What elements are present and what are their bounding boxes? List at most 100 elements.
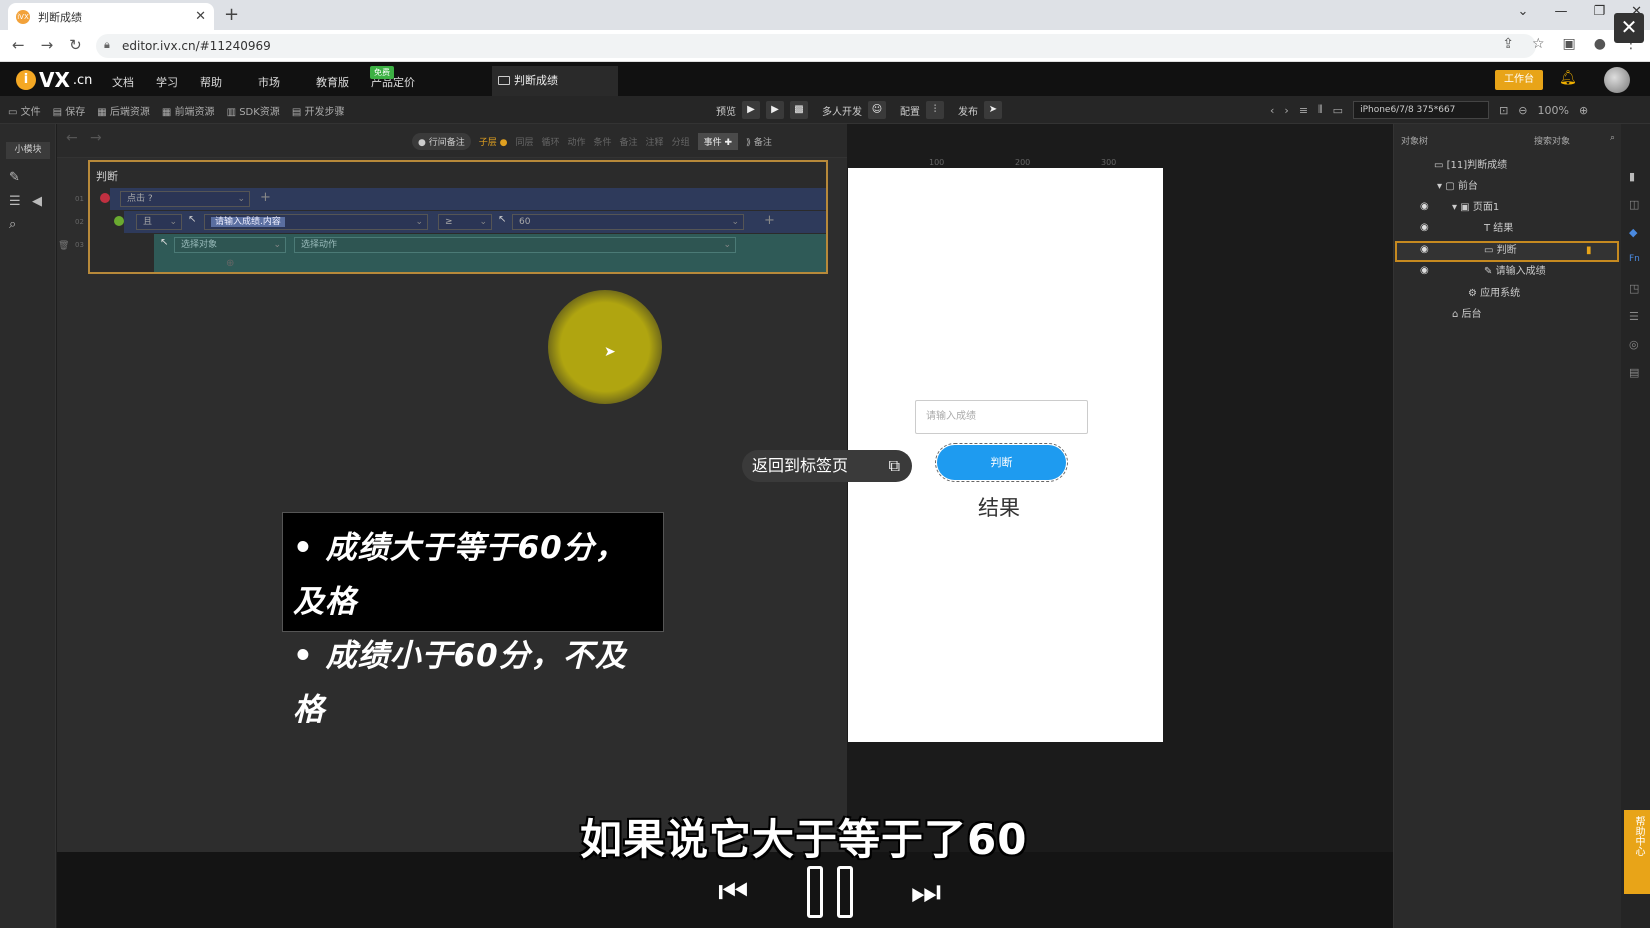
next-icon[interactable]: › [1284, 104, 1288, 117]
share-icon[interactable]: ⇪ [1502, 36, 1514, 52]
sound-icon[interactable]: ◀︎ [32, 194, 42, 209]
help-center-tab[interactable]: 帮助中心 [1624, 810, 1650, 894]
action-tool[interactable]: 动作 [568, 135, 586, 148]
skip-previous-icon[interactable]: ⏮ [718, 875, 749, 909]
eye-icon[interactable]: ◉ [1420, 265, 1429, 276]
data-icon[interactable]: ◆ [1629, 226, 1637, 239]
prev-icon[interactable]: ‹ [1270, 104, 1274, 117]
condition-row[interactable]: 且 ⌄ ↖ 请输入成绩.内容 ⌄ ≥ ⌄ ↖ 60 ⌄ + [114, 211, 826, 233]
columns-icon[interactable]: ⫴ [1318, 103, 1323, 117]
skip-next-icon[interactable]: ⏭ [911, 875, 942, 909]
keyboard-icon[interactable]: ▤ [1629, 366, 1639, 379]
avatar[interactable] [1604, 67, 1630, 93]
layers-icon[interactable]: ◫ [1629, 198, 1639, 211]
child-layer-toggle[interactable]: 子层 ● [479, 135, 508, 148]
comment-tool[interactable]: 注释 [646, 135, 664, 148]
score-input[interactable]: 请输入成绩 [915, 400, 1088, 434]
tree-node-result[interactable]: T 结果 [1484, 219, 1513, 239]
list-icon[interactable]: ☰ [1629, 310, 1639, 323]
eye-icon[interactable]: ◉ [1420, 244, 1429, 255]
settings-icon[interactable]: ☰ [9, 194, 21, 209]
edit-icon[interactable]: ✎ [9, 170, 20, 185]
sibling-layer[interactable]: 同层 [515, 135, 533, 148]
tree-node-system[interactable]: ⚙ 应用系统 [1468, 284, 1520, 304]
tab-list-icon[interactable]: ⌄ [1518, 4, 1529, 19]
frontend-resources-button[interactable]: ▦ 前端资源 [162, 103, 215, 118]
new-tab-icon[interactable]: + [224, 4, 239, 25]
browser-tab[interactable]: iVX 判断成绩 ✕ [8, 3, 214, 30]
minimize-icon[interactable]: — [1554, 4, 1567, 19]
sidepanel-icon[interactable]: ▣ [1563, 36, 1576, 52]
star-icon[interactable]: ☆ [1532, 36, 1545, 52]
ivx-logo[interactable]: i VX .cn [16, 68, 92, 92]
tree-node-page[interactable]: ▾ ▣ 页面1 [1452, 198, 1499, 218]
back-to-tab-button[interactable]: 返回到标签页 ⧉ [742, 450, 912, 482]
condition-value-input[interactable]: 60 ⌄ [512, 214, 744, 230]
target-pick-icon[interactable]: ↖ [188, 214, 196, 225]
expand-icon[interactable]: ▾ [1452, 202, 1457, 213]
condition-target-select[interactable]: 请输入成绩.内容 ⌄ [204, 214, 428, 230]
group-tool[interactable]: 分组 [672, 135, 690, 148]
tree-node-app[interactable]: ▭ [11]判断成绩 [1434, 156, 1507, 176]
redo-icon[interactable]: → [90, 130, 102, 146]
undo-icon[interactable]: ← [66, 130, 78, 146]
monitor-icon[interactable]: ▭ [1333, 104, 1343, 117]
sdk-resources-button[interactable]: ▥ SDK资源 [227, 103, 280, 118]
restore-icon[interactable]: ❐ [1593, 4, 1605, 19]
eye-icon[interactable]: ◉ [1420, 201, 1429, 212]
tab-search-object[interactable]: 搜索对象 [1526, 132, 1578, 150]
file-button[interactable]: ▭ 文件 [8, 103, 41, 118]
backend-resources-button[interactable]: ▦ 后端资源 [97, 103, 150, 118]
tree-node-judge[interactable]: ▭ 判断 ▮ [1484, 241, 1592, 261]
row-note-toggle[interactable]: ● 行间备注 [412, 133, 471, 150]
play-icon[interactable]: ▶ [742, 101, 760, 119]
menu-help[interactable]: 帮助 [200, 74, 222, 90]
loop-tool[interactable]: 循环 [541, 135, 559, 148]
url-field[interactable]: editor.ivx.cn/#11240969 [96, 34, 1536, 58]
function-icon[interactable]: Fn [1629, 254, 1640, 264]
menu-market[interactable]: 市场 [258, 74, 280, 90]
add-event-icon[interactable]: + [260, 190, 271, 205]
event-trigger-select[interactable]: 点击 ? ⌄ [120, 191, 250, 207]
remark-tool[interactable]: 备注 [620, 135, 638, 148]
close-tab-icon[interactable]: ✕ [195, 9, 206, 24]
add-event-button[interactable]: 事件 ✚ [697, 133, 738, 150]
action-select[interactable]: 选择动作 ⌄ [294, 237, 736, 253]
tree-node-backend[interactable]: ⌂ 后台 [1452, 305, 1482, 325]
fit-icon[interactable]: ⊡ [1499, 104, 1508, 117]
compare-op-select[interactable]: ≥ ⌄ [438, 214, 492, 230]
warning-icon[interactable]: ▮ [1586, 241, 1592, 261]
expand-icon[interactable]: ▾ [1437, 181, 1442, 192]
bell-icon[interactable]: 🔔︎ [1559, 70, 1577, 86]
props-icon[interactable]: ▮ [1629, 170, 1635, 183]
lock-icon[interactable]: 🔒︎ [104, 38, 110, 52]
editor-tab[interactable]: 判断成绩 [492, 66, 618, 96]
forward-icon[interactable]: → [41, 36, 54, 54]
menu-docs[interactable]: 文档 [112, 74, 134, 90]
value-pick-icon[interactable]: ↖ [498, 214, 506, 225]
play-alt-icon[interactable]: ▶ [766, 101, 784, 119]
event-row[interactable]: 点击 ? ⌄ + [100, 188, 826, 210]
user-icon[interactable]: ☺ [868, 101, 886, 119]
workbench-button[interactable]: 工作台 [1495, 70, 1543, 90]
profile-icon[interactable]: ● [1594, 36, 1606, 52]
note-panel-toggle[interactable]: ⟫ 备注 [746, 135, 772, 148]
align-icon[interactable]: ≡ [1299, 104, 1308, 117]
action-row[interactable]: ↖ 选择对象 ⌄ 选择动作 ⌄ ⊕ [154, 234, 826, 272]
menu-education[interactable]: 教育版 [316, 74, 349, 90]
pause-icon[interactable] [806, 866, 853, 918]
back-icon[interactable]: ← [12, 36, 25, 54]
tree-node-frontend[interactable]: ▾ ▢ 前台 [1437, 177, 1478, 197]
zoom-in-icon[interactable]: ⊕ [1579, 104, 1588, 117]
target-icon[interactable]: ◎ [1629, 338, 1639, 351]
tab-object-tree[interactable]: 对象树 [1393, 132, 1436, 150]
add-action-icon[interactable]: ⊕ [226, 258, 234, 269]
resource-icon[interactable]: ◳ [1629, 282, 1639, 295]
logic-op-select[interactable]: 且 ⌄ [136, 214, 182, 230]
add-condition-icon[interactable]: + [764, 213, 775, 228]
reload-icon[interactable]: ↻ [69, 36, 82, 54]
judge-button[interactable]: 判断 [935, 443, 1068, 482]
search-doc-icon[interactable]: ⌕ [9, 217, 16, 232]
module-tab[interactable]: 小模块 [6, 142, 50, 159]
condition-tool[interactable]: 条件 [594, 135, 612, 148]
